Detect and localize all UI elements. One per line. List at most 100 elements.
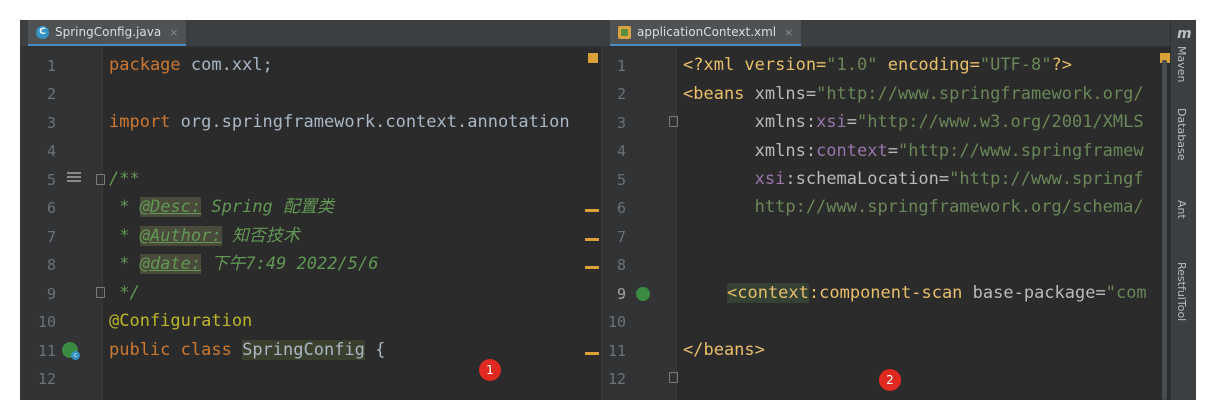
line-number: 11 <box>607 342 626 360</box>
class-name: SpringConfig <box>242 340 365 360</box>
comment: * <box>109 197 140 217</box>
xml-attr: xmlns= <box>744 84 817 104</box>
line-number: 5 <box>616 171 626 189</box>
close-icon[interactable]: × <box>169 26 178 39</box>
xml-file-icon <box>618 25 631 39</box>
xml-attr: base-package= <box>962 283 1106 303</box>
xml-tag: </beans> <box>683 340 765 360</box>
tab-springconfig-java[interactable]: C SpringConfig.java × <box>28 20 187 46</box>
doc-tag: @Desc: <box>139 197 202 217</box>
code-text: com.xxl; <box>180 55 273 75</box>
xml-string: "http://www.springf <box>949 169 1144 189</box>
sidebar-item-maven[interactable]: Maven <box>1175 46 1188 82</box>
comment: */ <box>109 283 140 303</box>
warning-marker[interactable] <box>588 53 598 63</box>
line-number: 10 <box>607 313 626 331</box>
maven-logo-icon: m <box>1177 26 1192 42</box>
line-number: 4 <box>616 142 626 160</box>
code-text: org.springframework.context.annotation <box>170 112 570 132</box>
spring-bean-gutter-icon[interactable]: c <box>62 342 80 360</box>
line-number: 3 <box>616 114 626 132</box>
line-number: 4 <box>46 142 56 160</box>
xml-attr: xmlns: <box>683 141 817 161</box>
line-number: 3 <box>46 114 56 132</box>
line-number: 8 <box>46 256 56 274</box>
keyword: public class <box>109 340 232 360</box>
line-number: 12 <box>607 370 626 388</box>
fold-icon[interactable] <box>669 116 678 127</box>
xml-tag: :component-scan <box>808 283 963 303</box>
fold-icon[interactable] <box>669 372 678 383</box>
comment: 下午7:49 2022/5/6 <box>201 254 379 274</box>
error-stripe-marker[interactable] <box>585 209 599 212</box>
xml-attr <box>683 169 755 189</box>
xml-string: "1.0" <box>826 55 878 75</box>
line-number: 9 <box>46 285 56 303</box>
vertical-scrollbar[interactable] <box>1162 60 1167 400</box>
doc-tag: @date: <box>139 254 202 274</box>
left-tab-bar: C SpringConfig.java × <box>20 20 601 47</box>
render-doc-icon[interactable] <box>67 172 81 184</box>
xml-namespace: xsi <box>816 112 847 132</box>
xml-string: "http://www.springframework.org/ <box>816 84 1144 104</box>
doc-tag: @Author: <box>139 226 222 246</box>
left-gutter: 1 2 3 4 5 6 7 8 9 10 11 12 c <box>20 47 105 400</box>
line-number: 11 <box>37 342 56 360</box>
line-number: 2 <box>46 85 56 103</box>
fold-icon[interactable] <box>96 287 105 298</box>
line-number: 1 <box>46 57 56 75</box>
xml-attr: = <box>846 112 858 132</box>
java-class-icon: C <box>36 25 49 39</box>
ide-window: C SpringConfig.java × 1 2 3 4 5 6 7 8 9 … <box>20 20 1196 400</box>
error-stripe-marker[interactable] <box>585 266 599 269</box>
comment: * <box>109 254 140 274</box>
sidebar-item-restfultool[interactable]: RestfulTool <box>1175 262 1188 321</box>
tab-applicationcontext-xml[interactable]: applicationContext.xml × <box>610 20 802 46</box>
code-text: { <box>364 340 386 360</box>
line-number: 9 <box>616 285 626 303</box>
comment: /** <box>109 169 140 189</box>
tab-label: SpringConfig.java <box>55 25 162 39</box>
right-tab-bar: applicationContext.xml × <box>602 20 1170 47</box>
line-number: 6 <box>616 199 626 217</box>
xml-tag: ?> <box>1051 55 1072 75</box>
line-number: 8 <box>616 256 626 274</box>
navigate-bean-gutter-icon[interactable] <box>636 287 650 301</box>
xml-string: http://www.springframework.org/schema/ <box>683 197 1144 217</box>
error-stripe-marker[interactable] <box>585 238 599 241</box>
xml-namespace: context <box>816 141 888 161</box>
sidebar-item-database[interactable]: Database <box>1175 108 1188 161</box>
line-number: 7 <box>616 228 626 246</box>
xml-attr: = <box>887 141 898 161</box>
annotation: @Configuration <box>109 311 253 331</box>
line-number: 6 <box>46 199 56 217</box>
annotation-badge-1: 1 <box>479 359 501 381</box>
xml-namespace: xsi <box>754 169 786 189</box>
xml-tag: <context <box>727 283 809 303</box>
fold-icon[interactable] <box>96 174 105 185</box>
xml-string: "UTF-8" <box>979 55 1052 75</box>
comment: 知否技术 <box>221 226 300 246</box>
line-number: 5 <box>46 171 56 189</box>
tool-window-sidebar: m Maven Database Ant RestfulTool <box>1170 20 1196 400</box>
close-icon[interactable]: × <box>784 26 793 39</box>
comment: Spring 配置类 <box>201 197 335 217</box>
sidebar-item-ant[interactable]: Ant <box>1175 200 1188 219</box>
tab-label: applicationContext.xml <box>637 25 777 39</box>
line-number: 2 <box>616 85 626 103</box>
xml-string: "http://www.w3.org/2001/XMLS <box>857 112 1144 132</box>
xml-string: "http://www.springframew <box>897 141 1144 161</box>
line-number: 7 <box>46 228 56 246</box>
xml-attr: :schemaLocation= <box>785 169 950 189</box>
annotation-badge-2: 2 <box>879 369 901 391</box>
right-gutter: 1 2 3 4 5 6 7 8 9 10 11 12 <box>602 47 678 400</box>
comment: * <box>109 226 140 246</box>
error-stripe-marker[interactable] <box>585 352 599 355</box>
xml-string: "com <box>1105 283 1147 303</box>
keyword: import <box>109 112 171 132</box>
xml-tag: <beans <box>683 84 745 104</box>
left-code-area[interactable]: package com.xxl; import org.springframew… <box>109 47 601 400</box>
xml-tag: <?xml version= <box>683 55 827 75</box>
xml-tag: encoding= <box>877 55 980 75</box>
right-code-area[interactable]: <?xml version="1.0" encoding="UTF-8"?> <… <box>683 47 1163 400</box>
